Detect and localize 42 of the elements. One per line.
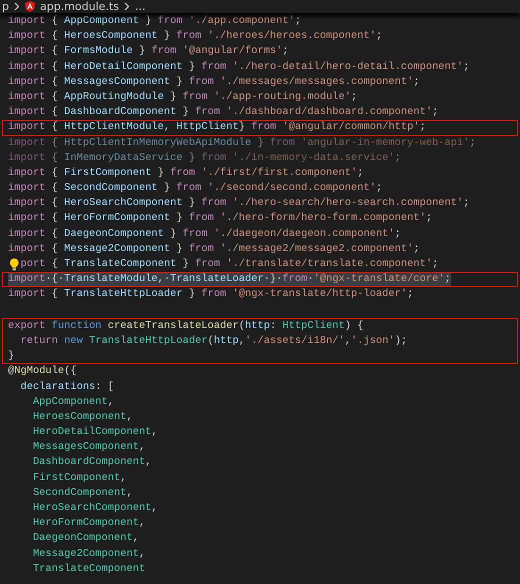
code-line: import { AppRoutingModule } from './app-routing.module'; bbox=[8, 90, 358, 105]
code-line: DashboardComponent, bbox=[32, 455, 152, 470]
code-line: import { HeroSearchComponent } from './hero-search/hero-search.component'; bbox=[8, 196, 470, 212]
shield-icon bbox=[24, 1, 35, 12]
code-line: import { Message2Component } from './message2/message2.component'; bbox=[8, 242, 420, 257]
code-line: TranslateComponent bbox=[32, 562, 146, 577]
code-line: import { InMemoryDataService } from './in-memory-data.service'; bbox=[8, 150, 401, 166]
code-line: import { HttpClientInMemoryWebApiModule } from 'angular-in-memory-web-api'; bbox=[8, 136, 476, 150]
code-line: import { SecondComponent } from './second/second.component'; bbox=[8, 181, 382, 196]
code-line: MessagesComponent, bbox=[32, 440, 146, 456]
code-line: import { DaegeonComponent } from './daegeon/daegeon.component'; bbox=[8, 226, 401, 242]
breadcrumb-folder[interactable]: p bbox=[2, 0, 9, 13]
code-line: import { FormsModule } from '@angular/forms'; bbox=[8, 44, 289, 60]
code-line: import { DashboardComponent } from './dashboard/dashboard.component'; bbox=[8, 105, 438, 120]
code-line: import { TranslateHttpLoader } from '@ngx-translate/http-loader'; bbox=[8, 287, 414, 302]
code-line: @NgModule({ bbox=[8, 364, 77, 380]
code-line: } bbox=[8, 349, 14, 364]
code-line: AppComponent, bbox=[32, 394, 114, 410]
code-line: import { HeroesComponent } from './heroes/heroes.component'; bbox=[8, 29, 382, 44]
chevron-icon bbox=[124, 2, 130, 11]
code-line: return new TranslateHttpLoader(http,'./assets/i18n/','.json'); bbox=[19, 334, 408, 349]
code-line: import { HeroFormComponent } from './hero-form/hero-form.component'; bbox=[8, 211, 432, 226]
code-line: import { HeroDetailComponent } from './hero-detail/hero-detail.component'; bbox=[8, 60, 470, 75]
code-line: port { TranslateComponent } from './translate/translate.component'; bbox=[20, 257, 438, 272]
code-line: HeroSearchComponent, bbox=[32, 501, 158, 516]
code-line: declarations: [ bbox=[19, 380, 114, 394]
code-line: SecondComponent, bbox=[32, 486, 133, 501]
code-line: export function createTranslateLoader(http: HttpClient) { bbox=[8, 318, 364, 334]
code-line: import { AppComponent } from './app.component'; bbox=[8, 14, 302, 29]
code-line: import { MessagesComponent } from './messages/messages.component'; bbox=[8, 74, 420, 90]
code-line: Message2Component, bbox=[32, 546, 146, 562]
code-line: import { FirstComponent } from './first/first.component'; bbox=[8, 166, 364, 181]
code-line: import { HttpClientModule, HttpClient} from '@angular/common/http'; bbox=[8, 120, 426, 136]
code-line: HeroesComponent, bbox=[32, 410, 133, 425]
breadcrumb-file[interactable]: app.module.ts bbox=[40, 0, 119, 13]
code-line: FirstComponent, bbox=[32, 470, 126, 486]
code-line: HeroDetailComponent, bbox=[32, 425, 158, 440]
chevron-icon bbox=[14, 2, 20, 11]
code-line: HeroFormComponent, bbox=[32, 516, 146, 532]
breadcrumb-more[interactable]: ... bbox=[134, 0, 146, 13]
lightbulb-icon[interactable] bbox=[8, 258, 20, 272]
code-line: DaegeonComponent, bbox=[32, 531, 139, 546]
